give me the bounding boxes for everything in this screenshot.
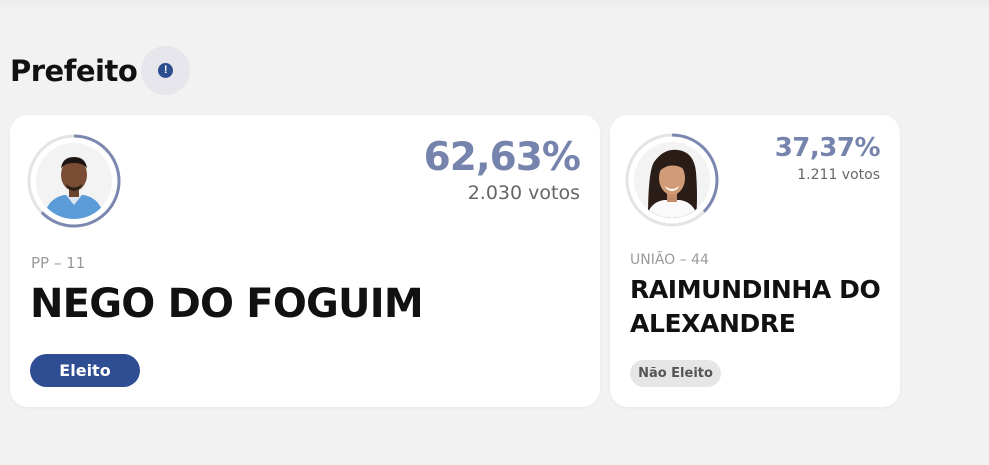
vote-count: 1.211 votos xyxy=(797,167,880,183)
info-button[interactable]: ! xyxy=(141,46,191,95)
vote-percentage: 62,63% xyxy=(423,135,581,180)
vote-count: 2.030 votos xyxy=(467,182,580,204)
candidate-card[interactable]: 62,63% 2.030 votos PP – 11 NEGO DO FOGUI… xyxy=(10,115,600,407)
candidate-photo-ring xyxy=(26,133,122,229)
section-title: Prefeito xyxy=(10,53,138,88)
status-badge: Não Eleito xyxy=(630,360,721,387)
top-strip xyxy=(0,0,989,12)
party-number: PP – 11 xyxy=(31,254,86,272)
candidate-photo xyxy=(36,143,112,219)
candidate-photo-ring xyxy=(624,132,720,228)
info-icon: ! xyxy=(158,63,174,78)
candidate-photo xyxy=(634,142,710,218)
candidate-name: RAIMUNDINHA DO ALEXANDRE xyxy=(630,275,881,338)
party-number: UNIÃO – 44 xyxy=(630,252,709,268)
candidate-card[interactable]: 37,37% 1.211 votos UNIÃO – 44 RAIMUNDINH… xyxy=(610,115,900,407)
section-header: Prefeito ! xyxy=(10,46,191,95)
candidate-name: NEGO DO FOGUIM xyxy=(30,281,424,327)
status-badge: Eleito xyxy=(30,354,140,387)
vote-percentage: 37,37% xyxy=(774,133,881,163)
